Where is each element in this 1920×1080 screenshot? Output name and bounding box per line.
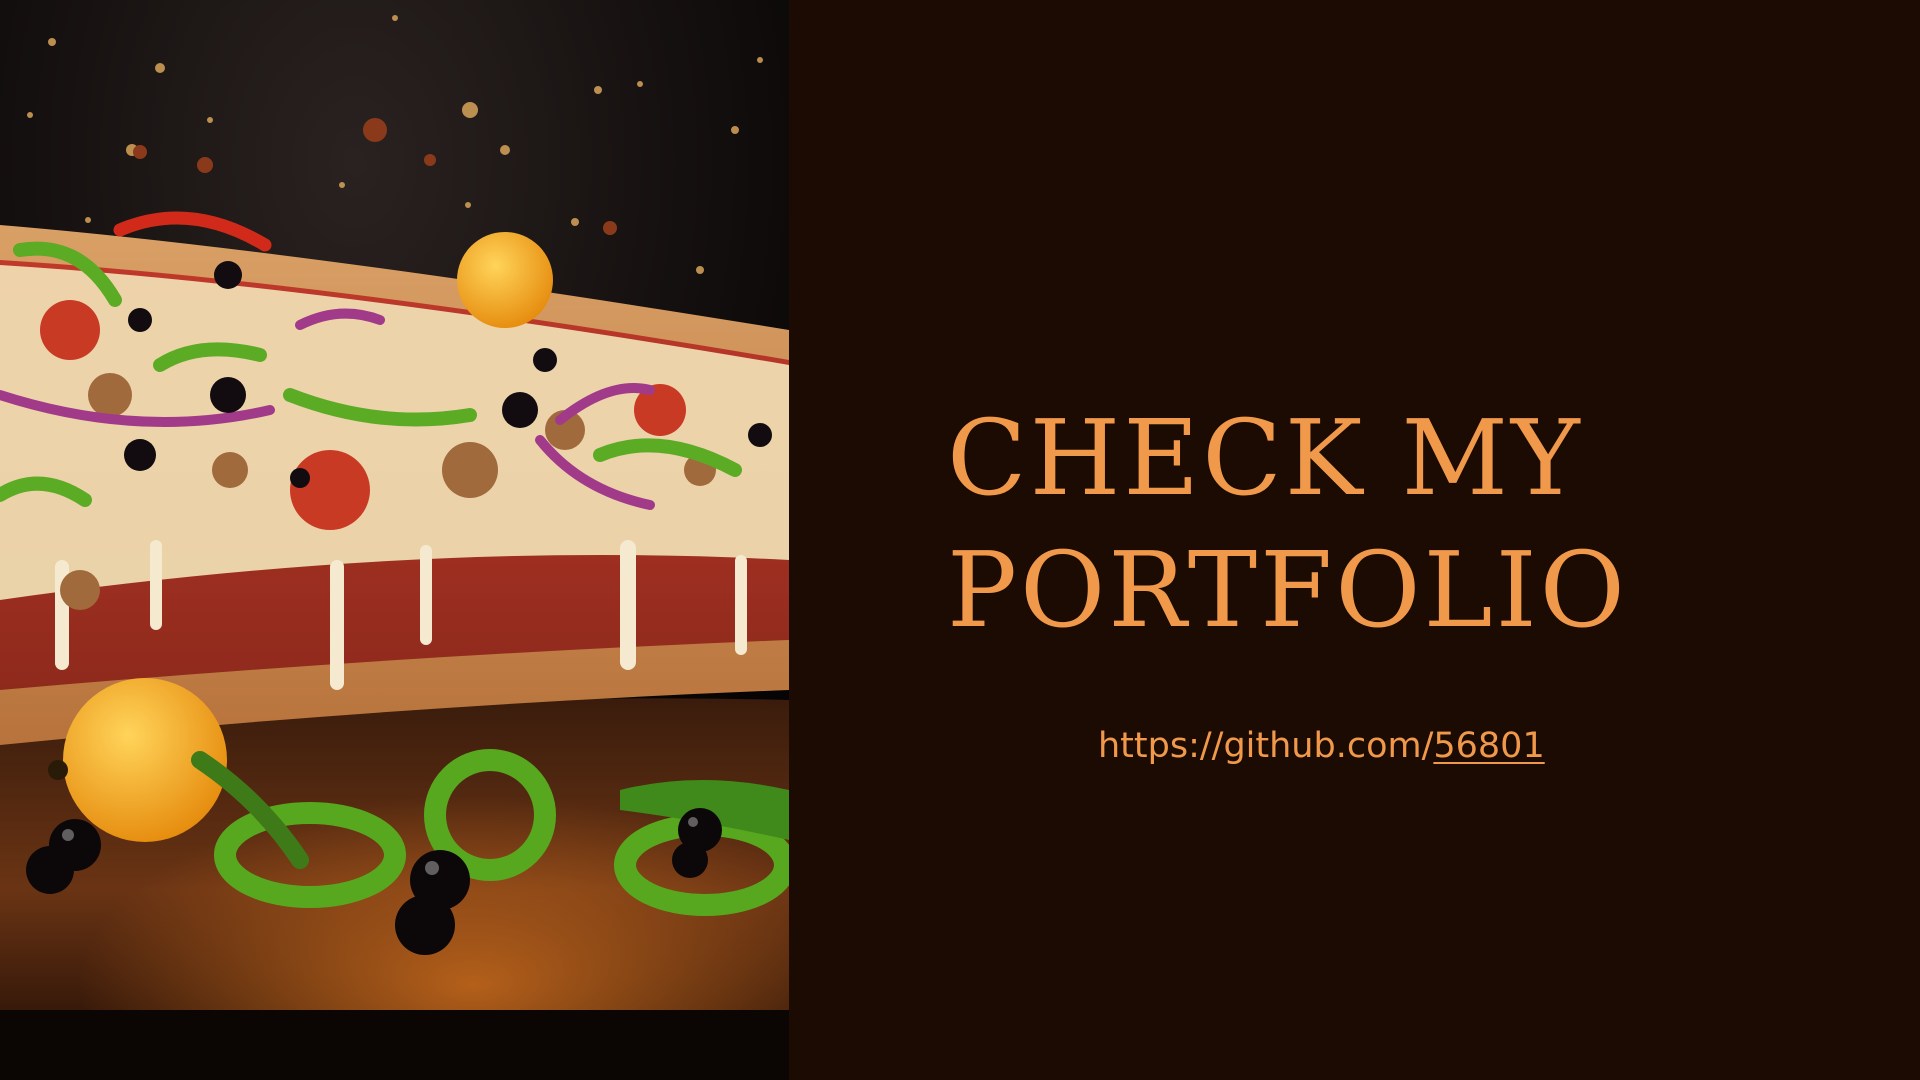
github-link-prefix: https://github.com/ (1098, 726, 1434, 766)
pizza-illustration (0, 0, 789, 1080)
pizza-photo (0, 0, 789, 1080)
slide: Check my portfolio https://github.com/56… (0, 0, 1920, 1080)
content-panel: Check my portfolio https://github.com/56… (789, 0, 1920, 1080)
github-link[interactable]: https://github.com/56801 (1098, 722, 1545, 770)
github-link-id[interactable]: 56801 (1433, 726, 1544, 766)
page-title: Check my portfolio (947, 392, 1628, 656)
headline-line-1: Check my (947, 397, 1583, 519)
headline-line-2: portfolio (947, 529, 1628, 651)
